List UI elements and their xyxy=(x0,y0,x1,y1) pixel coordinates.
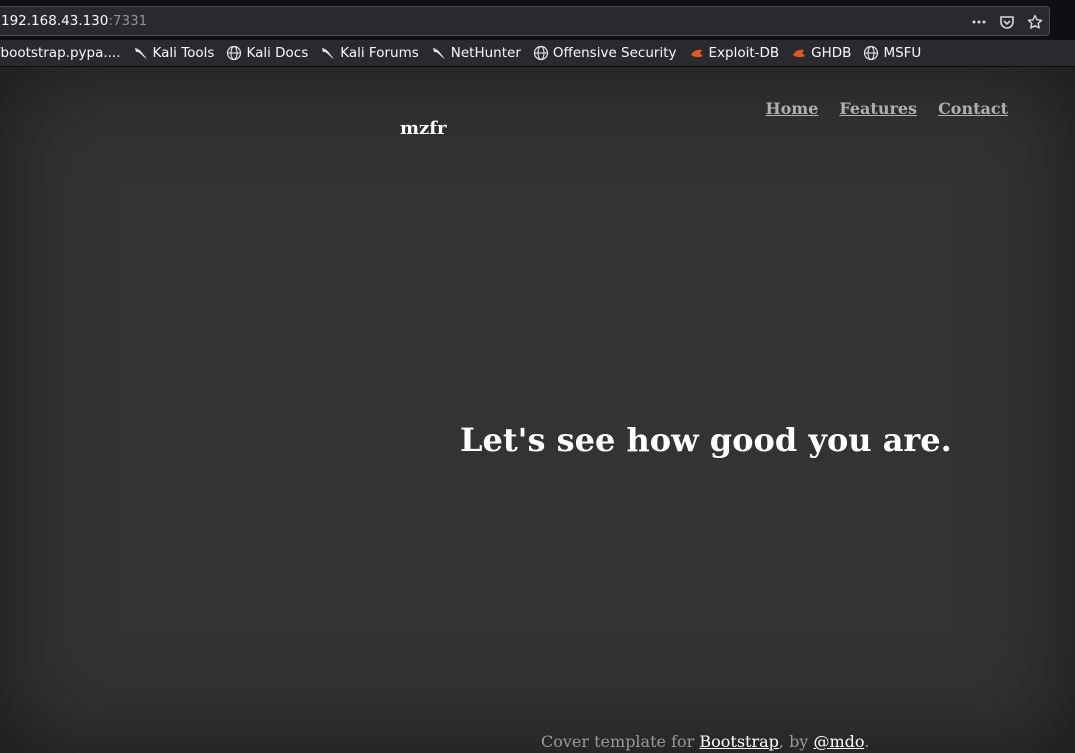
bookmark-ghdb[interactable]: GHDB xyxy=(785,42,857,64)
bookmark-offensive-security[interactable]: Offensive Security xyxy=(527,42,683,64)
footer-credit: Cover template for Bootstrap, by @mdo. xyxy=(541,732,869,751)
kali-dragon-icon xyxy=(133,45,149,61)
url-port: :7331 xyxy=(108,13,148,29)
footer-mdo-link[interactable]: @mdo xyxy=(813,732,864,751)
bookmark-label: Kali Docs xyxy=(246,45,309,61)
bookmark-msfu[interactable]: MSFU xyxy=(857,42,927,64)
star-bookmark-icon[interactable] xyxy=(1021,8,1049,36)
kali-dragon-icon xyxy=(320,45,336,61)
page-content: mzfr Home Features Contact Let's see how… xyxy=(0,67,1075,753)
bookmark-kali-tools[interactable]: Kali Tools xyxy=(127,42,221,64)
nav-home-link[interactable]: Home xyxy=(765,99,818,118)
kali-dragon-icon xyxy=(431,45,447,61)
url-bar[interactable]: 192.168.43.130:7331 xyxy=(0,6,1050,36)
bookmarks-toolbar: /bootstrap.pypa.... Kali Tools Kali Docs… xyxy=(0,40,1075,67)
globe-icon xyxy=(863,45,879,61)
site-brand: mzfr xyxy=(400,118,447,139)
bookmark-exploit-db[interactable]: Exploit-DB xyxy=(683,42,786,64)
nav-contact-link[interactable]: Contact xyxy=(938,99,1008,118)
bookmark-label: /bootstrap.pypa.... xyxy=(0,45,121,61)
bookmark-bootstrap-pypa[interactable]: /bootstrap.pypa.... xyxy=(0,42,127,64)
footer-suffix: . xyxy=(864,732,870,751)
hero-heading: Let's see how good you are. xyxy=(460,421,952,459)
url-text[interactable]: 192.168.43.130:7331 xyxy=(1,13,147,29)
main-nav: Home Features Contact xyxy=(765,99,1008,118)
bookmark-label: Exploit-DB xyxy=(708,45,780,61)
more-actions-icon[interactable] xyxy=(965,8,993,36)
nav-features-link[interactable]: Features xyxy=(839,99,917,118)
url-host: 192.168.43.130 xyxy=(1,13,109,29)
url-actions xyxy=(965,7,1049,37)
footer-bootstrap-link[interactable]: Bootstrap xyxy=(699,732,779,751)
bookmark-label: MSFU xyxy=(883,45,922,61)
bookmark-kali-forums[interactable]: Kali Forums xyxy=(314,42,425,64)
globe-icon xyxy=(533,45,549,61)
footer-middle: , by xyxy=(778,732,814,751)
bookmark-label: Offensive Security xyxy=(552,45,677,61)
footer-prefix: Cover template for xyxy=(541,732,700,751)
browser-navbar: 192.168.43.130:7331 xyxy=(0,0,1075,40)
exploit-db-icon xyxy=(689,45,705,61)
globe-icon xyxy=(226,45,242,61)
bookmark-label: Kali Tools xyxy=(152,45,215,61)
bookmark-label: Kali Forums xyxy=(340,45,419,61)
bookmark-label: NetHunter xyxy=(450,45,521,61)
bookmark-label: GHDB xyxy=(811,45,852,61)
bookmark-kali-docs[interactable]: Kali Docs xyxy=(220,42,314,64)
bookmark-nethunter[interactable]: NetHunter xyxy=(425,42,527,64)
pocket-icon[interactable] xyxy=(993,8,1021,36)
exploit-db-icon xyxy=(791,45,807,61)
